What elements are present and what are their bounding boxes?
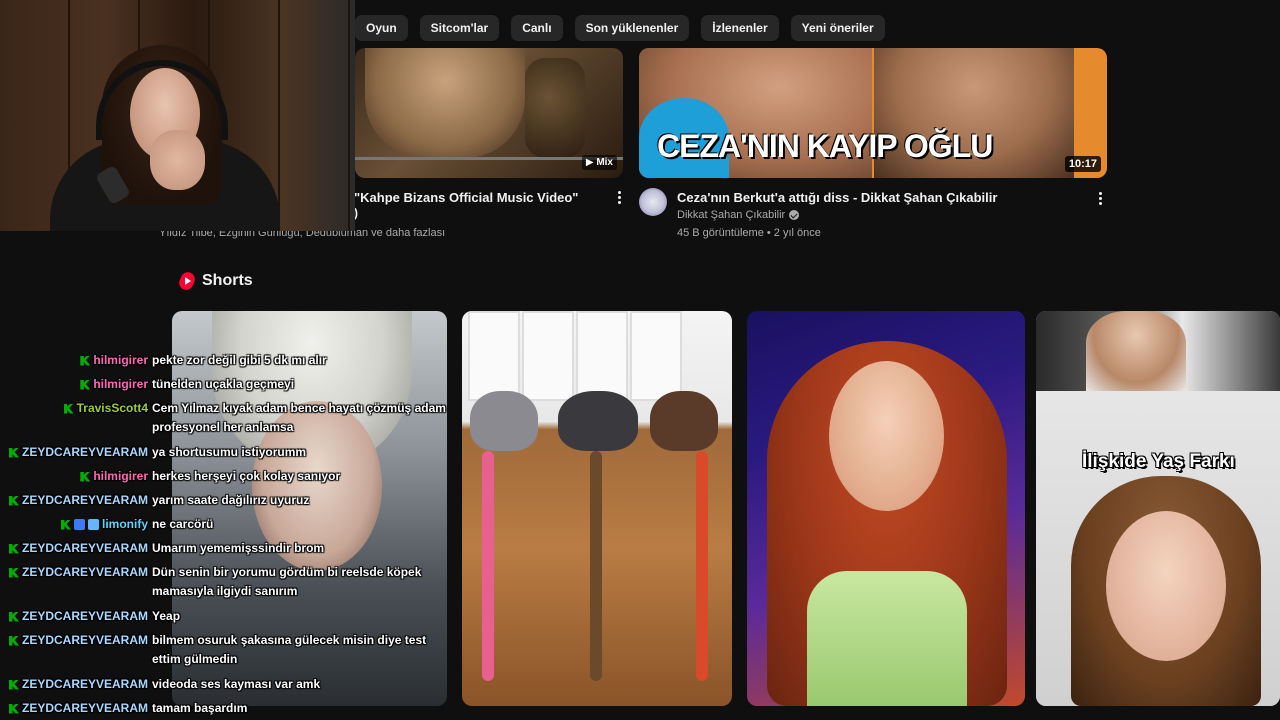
chat-username[interactable]: hilmigirer <box>80 351 148 370</box>
thumbnail-headline: CEZA'NIN KAYIP OĞLU <box>657 128 993 164</box>
mod-badge-icon <box>80 379 91 390</box>
channel-avatar[interactable] <box>639 188 667 216</box>
mix-badge: ▶ Mix <box>581 155 617 170</box>
chip-izlenenler[interactable]: İzlenenler <box>701 15 779 41</box>
chat-message: ZEYDCAREYVEARAM Dün senin bir yorumu görd… <box>0 563 460 603</box>
short-thumbnail-image <box>829 361 944 511</box>
chat-username[interactable]: TravisScott4 <box>63 399 148 418</box>
chat-username-text: hilmigirer <box>93 469 148 483</box>
video-title-ceza[interactable]: Ceza'nın Berkut'a attığı diss - Dikkat Ş… <box>677 190 997 205</box>
chat-message-text: tamam başardım <box>152 701 248 715</box>
mod-badge-icon <box>63 403 74 414</box>
chat-username[interactable]: ZEYDCAREYVEARAM <box>8 563 148 582</box>
chat-username-text: ZEYDCAREYVEARAM <box>21 493 148 507</box>
chat-message: ZEYDCAREYVEARAM tamam başardım <box>0 699 460 720</box>
chat-username-text: ZEYDCAREYVEARAM <box>21 445 148 459</box>
chat-username[interactable]: ZEYDCAREYVEARAM <box>8 699 148 718</box>
chat-message: ZEYDCAREYVEARAM bilmem osuruk şakasına gü… <box>0 631 460 671</box>
video-stats: 45 B görüntüleme • 2 yıl önce <box>677 227 821 239</box>
mod-badge-icon <box>8 567 19 578</box>
chat-username[interactable]: hilmigirer <box>80 467 148 486</box>
mod-badge-icon <box>8 543 19 554</box>
chat-username-text: ZEYDCAREYVEARAM <box>21 609 148 623</box>
chat-username-text: ZEYDCAREYVEARAM <box>21 633 148 647</box>
short-card-2[interactable] <box>462 311 732 706</box>
streamer-person <box>30 40 290 231</box>
chat-username[interactable]: ZEYDCAREYVEARAM <box>8 539 148 558</box>
short-card-4[interactable]: İlişkide Yaş Farkı <box>1036 311 1280 706</box>
chat-message-text: Dün senin bir yorumu gördüm bi reelsde k… <box>152 565 422 598</box>
chat-username-text: TravisScott4 <box>76 401 148 415</box>
chat-username-text: ZEYDCAREYVEARAM <box>21 565 148 579</box>
chat-message-text: pekte zor değil gibi 5 dk mı alır <box>152 353 327 367</box>
chip-yeni-oneriler[interactable]: Yeni öneriler <box>790 15 885 41</box>
chat-username[interactable]: limonify <box>60 515 148 534</box>
chat-message-text: videoda ses kayması var amk <box>152 677 321 691</box>
filter-chip-bar: Oyun Sitcom'lar Canlı Son yüklenenler İz… <box>355 10 1280 46</box>
chip-oyun[interactable]: Oyun <box>355 15 408 41</box>
mod-badge-icon <box>8 495 19 506</box>
mod-badge-icon <box>8 447 19 458</box>
chat-message-text: ya shortusumu istiyorumm <box>152 445 307 459</box>
chat-username[interactable]: ZEYDCAREYVEARAM <box>8 491 148 510</box>
sub2-badge-icon <box>87 519 99 530</box>
chat-username[interactable]: ZEYDCAREYVEARAM <box>8 607 148 626</box>
chat-username-text: ZEYDCAREYVEARAM <box>21 701 148 715</box>
video-menu-icon[interactable] <box>618 191 622 204</box>
chat-username-text: ZEYDCAREYVEARAM <box>21 541 148 555</box>
chat-message-text: Cem Yılmaz kıyak adam bence hayatı çözmü… <box>152 401 446 434</box>
short-thumbnail-image <box>1106 511 1226 661</box>
chip-sitcoms[interactable]: Sitcom'lar <box>419 15 500 41</box>
chat-username[interactable]: ZEYDCAREYVEARAM <box>8 443 148 462</box>
mod-badge-icon <box>60 519 71 530</box>
mod-badge-icon <box>8 611 19 622</box>
shorts-section-header: Shorts <box>176 269 253 293</box>
chat-message-text: Yeap <box>152 609 181 623</box>
mod-badge-icon <box>80 471 91 482</box>
video-duration: 10:17 <box>1064 156 1101 172</box>
webcam-overlay <box>0 0 355 231</box>
short-card-3[interactable] <box>747 311 1025 706</box>
chat-message-text: Umarım yememişssindir brom <box>152 541 325 555</box>
channel-name[interactable]: Dikkat Şahan Çıkabilir <box>677 209 800 221</box>
chat-username-text: hilmigirer <box>93 353 148 367</box>
video-thumbnail-ceza[interactable]: CEZA'NIN KAYIP OĞLU 10:17 <box>639 48 1107 178</box>
shorts-title: Shorts <box>202 272 253 289</box>
chat-message-text: yarım saate dağılırız uyuruz <box>152 493 310 507</box>
video-title-kahpe-bizans[interactable]: "Kahpe Bizans Official Music Video" <box>354 190 578 205</box>
video-menu-icon[interactable] <box>1099 192 1103 205</box>
video-thumbnail-kahpe-bizans[interactable]: ▶ Mix <box>355 48 623 178</box>
chat-message-text: bilmem osuruk şakasına gülecek misin diy… <box>152 633 427 666</box>
chat-message-text: herkes herşeyi çok kolay sanıyor <box>152 469 341 483</box>
chat-message-text: tünelden uçakla geçmeyi <box>152 377 295 391</box>
verified-icon <box>789 210 800 221</box>
shorts-icon <box>176 269 198 293</box>
sub-badge-icon <box>73 519 85 530</box>
chat-username[interactable]: hilmigirer <box>80 375 148 394</box>
mod-badge-icon <box>8 635 19 646</box>
chat-message: TravisScott4 Cem Yılmaz kıyak adam bence … <box>0 399 460 439</box>
short-caption: İlişkide Yaş Farkı <box>1082 451 1235 472</box>
chip-canli[interactable]: Canlı <box>511 15 563 41</box>
chat-username[interactable]: ZEYDCAREYVEARAM <box>8 675 148 694</box>
mod-badge-icon <box>80 355 91 366</box>
chat-message-text: ne carcörü <box>152 517 214 531</box>
chat-username-text: hilmigirer <box>93 377 148 391</box>
chat-username-text: limonify <box>101 517 148 531</box>
chat-username[interactable]: ZEYDCAREYVEARAM <box>8 631 148 650</box>
thumbnail-image <box>365 48 525 158</box>
chip-son-yuklenenler[interactable]: Son yüklenenler <box>574 15 690 41</box>
mod-badge-icon <box>8 679 19 690</box>
mod-badge-icon <box>8 703 19 714</box>
chat-username-text: ZEYDCAREYVEARAM <box>21 677 148 691</box>
